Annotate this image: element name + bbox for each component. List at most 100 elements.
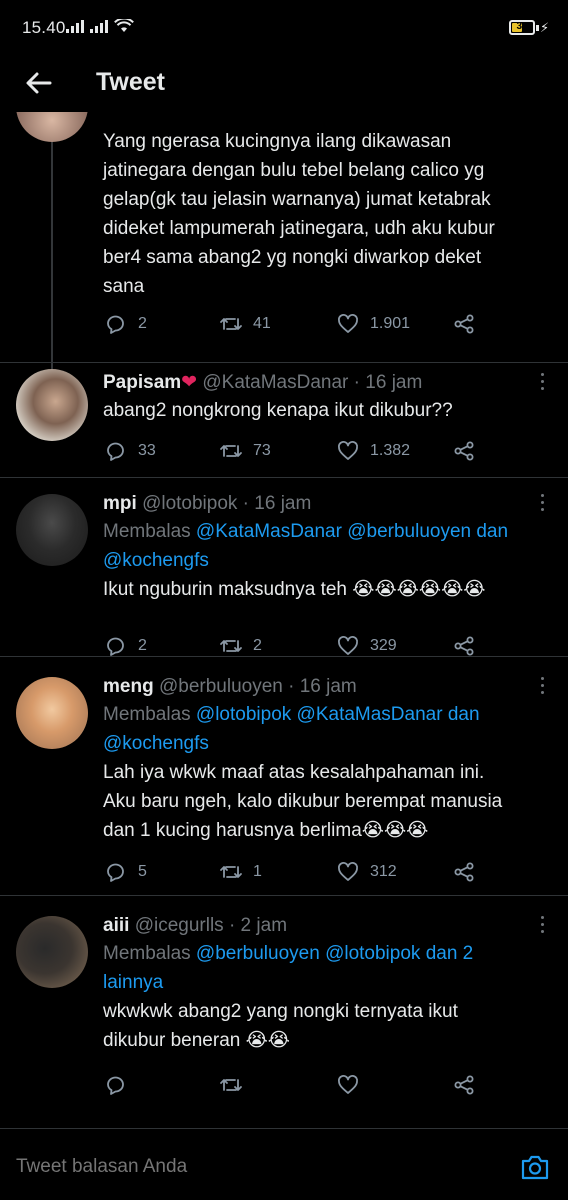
like-button[interactable]: 1.901: [336, 312, 410, 336]
wifi-icon: [114, 19, 134, 32]
avatar[interactable]: [16, 494, 88, 566]
share-icon: [454, 862, 474, 882]
display-name[interactable]: Papisam: [103, 372, 181, 393]
red-heart-icon: ❤: [181, 372, 198, 393]
charging-icon: ⚡: [540, 20, 550, 35]
retweet-count: 41: [253, 315, 271, 332]
share-icon: [454, 1075, 474, 1095]
battery-icon: 38: [509, 20, 535, 35]
page-title: Tweet: [96, 68, 165, 96]
signal-icon: [66, 19, 84, 33]
tweet-item[interactable]: meng @berbuluoyen · 16 jam Membalas @lot…: [0, 657, 568, 895]
more-options-icon[interactable]: [540, 677, 546, 695]
retweet-icon: [220, 318, 242, 330]
avatar[interactable]: [16, 916, 88, 988]
tweet-item[interactable]: Papisam❤ @KataMasDanar · 16 jam abang2 n…: [0, 363, 568, 477]
reply-icon: [107, 442, 124, 461]
more-options-icon[interactable]: [540, 916, 546, 934]
tweet-text: Ikut nguburin maksudnya teh 😭😭😭😭😭😭: [103, 579, 486, 600]
reply-button[interactable]: 2: [104, 634, 147, 658]
display-name[interactable]: meng: [103, 676, 154, 697]
heart-icon: [338, 636, 358, 655]
status-bar: 15.40 38 ⚡: [0, 0, 568, 56]
heart-icon: [338, 862, 358, 881]
arrow-left-icon[interactable]: [24, 68, 54, 98]
reply-button[interactable]: 5: [104, 860, 147, 884]
like-button[interactable]: 329: [336, 634, 397, 658]
more-options-icon[interactable]: [540, 494, 546, 512]
reply-icon: [107, 637, 124, 656]
status-time: 15.40: [22, 18, 66, 37]
share-button[interactable]: [452, 439, 476, 463]
share-icon: [454, 636, 474, 656]
reply-button[interactable]: [104, 1073, 138, 1097]
heart-icon: [338, 314, 358, 333]
like-button[interactable]: 312: [336, 860, 397, 884]
more-options-icon[interactable]: [540, 373, 546, 391]
retweet-count: 1: [253, 863, 262, 880]
replying-to: Membalas @lotobipok @KataMasDanar dan @k…: [103, 700, 550, 758]
mention-link[interactable]: @lotobipok @KataMasDanar dan: [196, 704, 480, 725]
app-bar: Tweet: [0, 56, 568, 112]
user-handle[interactable]: @berbuluoyen: [159, 676, 283, 697]
tweet-item[interactable]: Yang ngerasa kucingnya ilang dikawasan j…: [0, 112, 568, 362]
retweet-icon: [220, 1079, 242, 1091]
reply-input[interactable]: [16, 1156, 486, 1178]
heart-icon: [338, 441, 358, 460]
user-handle[interactable]: @lotobipok: [142, 493, 237, 514]
tweet-item[interactable]: mpi @lotobipok · 16 jam Membalas @KataMa…: [0, 478, 568, 656]
user-handle[interactable]: @KataMasDanar: [202, 372, 348, 393]
tweet-time: · 16 jam: [237, 493, 312, 514]
retweet-icon: [220, 445, 242, 457]
tweet-text: Lah iya wkwk maaf atas kesalahpahaman in…: [103, 762, 503, 841]
mention-link[interactable]: lainnya: [103, 968, 550, 997]
reply-icon: [107, 1076, 124, 1095]
tweet-thread: Yang ngerasa kucingnya ilang dikawasan j…: [0, 112, 568, 1112]
display-name[interactable]: mpi: [103, 493, 137, 514]
like-button[interactable]: 1.382: [336, 439, 410, 463]
tweet-time: · 2 jam: [223, 915, 288, 936]
tweet-text: abang2 nongkrong kenapa ikut dikubur??: [103, 400, 453, 421]
like-count: 1.382: [370, 442, 411, 459]
avatar[interactable]: [16, 677, 88, 749]
mention-link[interactable]: @berbuluoyen @lotobipok dan 2: [196, 943, 473, 964]
retweet-button[interactable]: 1: [219, 860, 262, 884]
mention-link[interactable]: @kochengfs: [103, 546, 550, 575]
display-name[interactable]: aiii: [103, 915, 129, 936]
retweet-button[interactable]: 41: [219, 312, 271, 336]
reply-icon: [107, 863, 124, 882]
tweet-text: Yang ngerasa kucingnya ilang dikawasan j…: [103, 131, 495, 297]
reply-icon: [107, 315, 124, 334]
reply-count: 33: [138, 442, 156, 459]
mention-link[interactable]: @KataMasDanar @berbuluoyen dan: [196, 521, 508, 542]
retweet-button[interactable]: 73: [219, 439, 271, 463]
reply-button[interactable]: 33: [104, 439, 156, 463]
tweet-text: wkwkwk abang2 yang nongki ternyata ikut …: [103, 1001, 458, 1051]
camera-icon[interactable]: [520, 1153, 550, 1181]
share-button[interactable]: [452, 1073, 476, 1097]
share-icon: [454, 441, 474, 461]
battery-level: 38: [516, 21, 528, 32]
share-button[interactable]: [452, 634, 476, 658]
heart-icon: [338, 1075, 358, 1094]
share-button[interactable]: [452, 312, 476, 336]
mention-link[interactable]: @kochengfs: [103, 729, 550, 758]
reply-composer: [0, 1128, 568, 1200]
like-button[interactable]: [336, 1073, 370, 1097]
replying-to: Membalas @KataMasDanar @berbuluoyen dan …: [103, 517, 550, 575]
tweet-item[interactable]: aiii @icegurlls · 2 jam Membalas @berbul…: [0, 896, 568, 1112]
retweet-button[interactable]: 2: [219, 634, 262, 658]
retweet-icon: [220, 866, 242, 878]
share-button[interactable]: [452, 860, 476, 884]
like-count: 312: [370, 863, 397, 880]
retweet-button[interactable]: [219, 1073, 253, 1097]
like-count: 1.901: [370, 315, 411, 332]
like-count: 329: [370, 637, 397, 654]
avatar[interactable]: [16, 369, 88, 441]
user-handle[interactable]: @icegurlls: [135, 915, 224, 936]
avatar[interactable]: [16, 112, 88, 142]
reply-count: 2: [138, 315, 147, 332]
retweet-icon: [220, 640, 242, 652]
reply-count: 2: [138, 637, 147, 654]
reply-button[interactable]: 2: [104, 312, 147, 336]
